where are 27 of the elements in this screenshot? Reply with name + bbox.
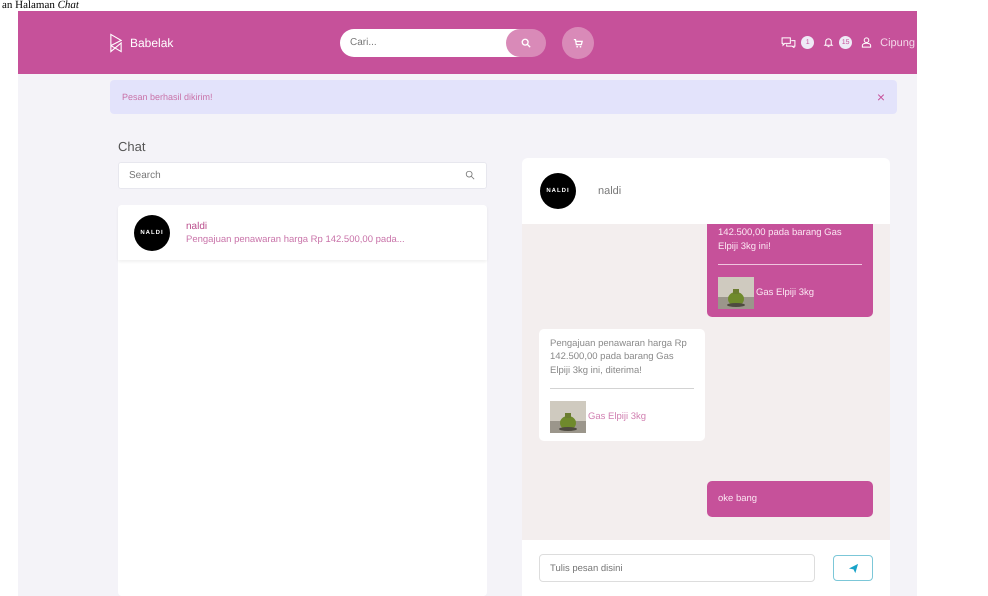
search-field[interactable]: Search xyxy=(118,162,487,189)
chat-icon[interactable] xyxy=(781,37,796,48)
search-icon[interactable] xyxy=(521,38,531,48)
search-field[interactable]: Cari... xyxy=(340,28,520,56)
paper-plane-icon[interactable] xyxy=(848,562,858,574)
contact-name: naldi xyxy=(598,185,622,197)
search-icon[interactable] xyxy=(465,170,475,180)
logo-icon xyxy=(110,32,122,52)
user-icon[interactable] xyxy=(861,37,872,48)
page-title: Chat xyxy=(118,139,146,154)
contact-name: naldi xyxy=(186,220,208,232)
alert-message: Pesan berhasil dikirim! xyxy=(122,92,213,102)
send-button[interactable] xyxy=(833,555,873,581)
user-name[interactable]: Cipung xyxy=(880,36,915,48)
message-text: 142.500,00 pada barang Gas Elpiji 3kg ini! xyxy=(718,226,843,254)
cart-button[interactable] xyxy=(562,26,594,58)
close-button[interactable]: × xyxy=(876,89,885,105)
product-link[interactable]: Gas Elpiji 3kg xyxy=(756,286,814,300)
message-text: oke bang xyxy=(718,492,758,506)
brand-name: Babelak xyxy=(130,36,174,50)
message-input[interactable]: Tulis pesan disini xyxy=(539,554,815,582)
message-preview: Pengajuan penawaran harga Rp 142.500,00 pada... xyxy=(186,234,405,244)
bell-icon[interactable] xyxy=(823,37,834,48)
product-link[interactable]: Gas Elpiji 3kg xyxy=(588,410,646,424)
caption: an Halaman Chat xyxy=(2,0,79,11)
message-text: Pengajuan penawaran harga Rp 142.500,00 pada barang Gas Elpiji 3kg ini, diterima! xyxy=(550,336,688,378)
cart-icon[interactable] xyxy=(573,38,583,48)
